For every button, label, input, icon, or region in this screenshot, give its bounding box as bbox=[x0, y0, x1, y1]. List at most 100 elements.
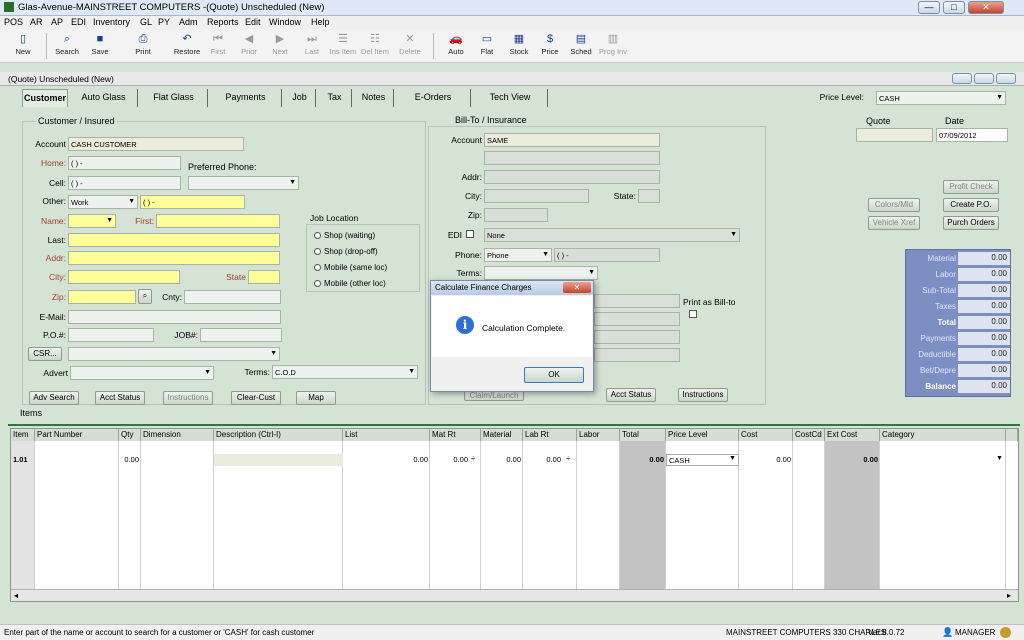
county-field[interactable] bbox=[184, 290, 281, 304]
acct-status-button[interactable]: Acct Status bbox=[95, 391, 145, 405]
row-lab-rt[interactable]: 0.00 bbox=[523, 454, 563, 466]
menu-inventory[interactable]: Inventory bbox=[93, 17, 130, 27]
po-number-field[interactable] bbox=[68, 328, 154, 342]
vehicle-xref-button[interactable]: Vehicle Xref bbox=[868, 216, 920, 230]
col-header-lab-rt[interactable]: Lab Rt bbox=[523, 429, 577, 441]
menu-ap[interactable]: AP bbox=[51, 17, 63, 27]
horizontal-scrollbar[interactable]: ◂ ▸ bbox=[11, 589, 1018, 601]
menu-ar[interactable]: AR bbox=[30, 17, 43, 27]
billto-extra-field-2[interactable] bbox=[594, 312, 680, 326]
col-header-dimension[interactable]: Dimension bbox=[141, 429, 214, 441]
dialog-close-button[interactable]: ✕ bbox=[563, 282, 591, 293]
row-description[interactable] bbox=[214, 454, 343, 466]
instructions-button[interactable]: Instructions bbox=[163, 391, 213, 405]
profit-check-button[interactable]: Profit Check bbox=[943, 180, 999, 194]
subwindow-minimize[interactable] bbox=[952, 73, 972, 84]
billto-terms-select[interactable] bbox=[484, 266, 598, 280]
zip-field[interactable] bbox=[68, 290, 136, 304]
csr-select[interactable] bbox=[68, 347, 280, 361]
billto-extra-field-4[interactable] bbox=[594, 348, 680, 362]
first-name-field[interactable] bbox=[156, 214, 280, 228]
billto-instructions-button[interactable]: Instructions bbox=[678, 388, 728, 402]
job-location-option[interactable]: Shop (drop-off) bbox=[314, 247, 378, 256]
account-field[interactable]: CASH CUSTOMER bbox=[68, 137, 244, 151]
other-phone-field[interactable]: ( ) - bbox=[140, 195, 245, 209]
purch-orders-button[interactable]: Purch Orders bbox=[943, 216, 999, 230]
menu-window[interactable]: Window bbox=[269, 17, 301, 27]
billto-phone-field[interactable]: ( ) - bbox=[554, 248, 660, 262]
billto-addr-field[interactable] bbox=[484, 170, 660, 184]
email-field[interactable] bbox=[68, 310, 281, 324]
row-qty[interactable]: 0.00 bbox=[119, 454, 141, 466]
billto-extra-field-1[interactable] bbox=[594, 294, 680, 308]
col-header-price-level[interactable]: Price Level bbox=[666, 429, 739, 441]
print-as-billto-checkbox[interactable] bbox=[689, 310, 697, 318]
col-header-category[interactable]: Category bbox=[880, 429, 1006, 441]
minimize-button[interactable]: — bbox=[918, 1, 940, 14]
col-header-ext-cost[interactable]: Ext Cost bbox=[825, 429, 880, 441]
home-phone-field[interactable]: ( ) - bbox=[68, 156, 181, 170]
new-button[interactable]: ▯ New bbox=[8, 32, 38, 60]
col-header-list[interactable]: List bbox=[343, 429, 430, 441]
billto-zip-field[interactable] bbox=[484, 208, 548, 222]
city-field[interactable] bbox=[68, 270, 180, 284]
job-location-option[interactable]: Mobile (same loc) bbox=[314, 263, 387, 272]
col-header-cost[interactable]: Cost bbox=[739, 429, 793, 441]
quote-field[interactable] bbox=[856, 128, 933, 142]
col-header-total[interactable]: Total bbox=[620, 429, 666, 441]
tab-e-orders[interactable]: E-Orders bbox=[396, 89, 471, 107]
preferred-phone-select[interactable] bbox=[188, 176, 299, 190]
address-field[interactable] bbox=[68, 251, 280, 265]
col-header-qty[interactable]: Qty bbox=[119, 429, 141, 441]
lab-rt-spinner-icon[interactable]: ÷ bbox=[566, 454, 570, 463]
ok-button[interactable]: OK bbox=[524, 367, 584, 383]
col-header-description[interactable]: Description (Ctrl-I) bbox=[214, 429, 343, 441]
name-prefix-select[interactable] bbox=[68, 214, 116, 228]
date-field[interactable]: 07/09/2012 bbox=[936, 128, 1008, 142]
first-button[interactable]: ⏮ First bbox=[203, 32, 233, 60]
price-button[interactable]: $ Price bbox=[535, 32, 565, 60]
search-button[interactable]: ⌕ Search bbox=[52, 32, 82, 60]
save-button[interactable]: ■ Save bbox=[85, 32, 115, 60]
row-cost[interactable]: 0.00 bbox=[739, 454, 793, 466]
last-name-field[interactable] bbox=[68, 233, 280, 247]
advert-select[interactable] bbox=[70, 366, 214, 380]
billto-city-field[interactable] bbox=[484, 189, 589, 203]
row-mat-rt[interactable]: 0.00 bbox=[430, 454, 470, 466]
col-header-material[interactable]: Material bbox=[481, 429, 523, 441]
print-button[interactable]: ⎙ Print bbox=[128, 32, 158, 60]
mat-rt-spinner-icon[interactable]: ÷ bbox=[471, 454, 475, 463]
col-header-mat-rt[interactable]: Mat Rt bbox=[430, 429, 481, 441]
menu-edi[interactable]: EDI bbox=[71, 17, 86, 27]
state-field[interactable] bbox=[248, 270, 280, 284]
menu-py[interactable]: PY bbox=[158, 17, 170, 27]
tab-customer[interactable]: Customer bbox=[22, 89, 68, 107]
clear-cust-button[interactable]: Clear-Cust bbox=[231, 391, 281, 405]
table-row[interactable]: 1.01 0.00 0.00 0.00 ÷ 0.00 0.00 ÷ 0.00 C… bbox=[11, 441, 1018, 466]
tab-flat-glass[interactable]: Flat Glass bbox=[140, 89, 208, 107]
next-button[interactable]: ▶ Next bbox=[265, 32, 295, 60]
prog-inv-button[interactable]: ▥ Prog Inv bbox=[598, 32, 628, 60]
restore-button[interactable]: ↶ Restore bbox=[172, 32, 202, 60]
col-header-part-number[interactable]: Part Number bbox=[35, 429, 119, 441]
col-header-item[interactable]: Item bbox=[11, 429, 35, 441]
billto-extra-field-3[interactable] bbox=[594, 330, 680, 344]
del-item-button[interactable]: ☷ Del Item bbox=[360, 32, 390, 60]
job-location-option[interactable]: Mobile (other loc) bbox=[314, 279, 386, 288]
stock-button[interactable]: ▦ Stock bbox=[504, 32, 534, 60]
auto-button[interactable]: 🚗 Auto bbox=[441, 32, 471, 60]
zip-lookup-button[interactable]: ⌕ bbox=[138, 289, 152, 304]
billto-phone-type-select[interactable]: Phone bbox=[484, 248, 552, 262]
col-header-labor[interactable]: Labor bbox=[577, 429, 620, 441]
billto-state-field[interactable] bbox=[638, 189, 660, 203]
price-level-select[interactable]: CASH bbox=[876, 91, 1006, 105]
edi-select[interactable]: None bbox=[484, 228, 740, 242]
prior-button[interactable]: ◀ Prior bbox=[234, 32, 264, 60]
subwindow-close[interactable] bbox=[996, 73, 1016, 84]
cell-phone-field[interactable]: ( ) - bbox=[68, 176, 181, 190]
map-button[interactable]: Map bbox=[296, 391, 336, 405]
ins-item-button[interactable]: ☰ Ins Item bbox=[328, 32, 358, 60]
scroll-left-icon[interactable]: ◂ bbox=[14, 591, 18, 600]
edi-checkbox[interactable] bbox=[466, 230, 474, 238]
billto-name-field[interactable] bbox=[484, 151, 660, 165]
